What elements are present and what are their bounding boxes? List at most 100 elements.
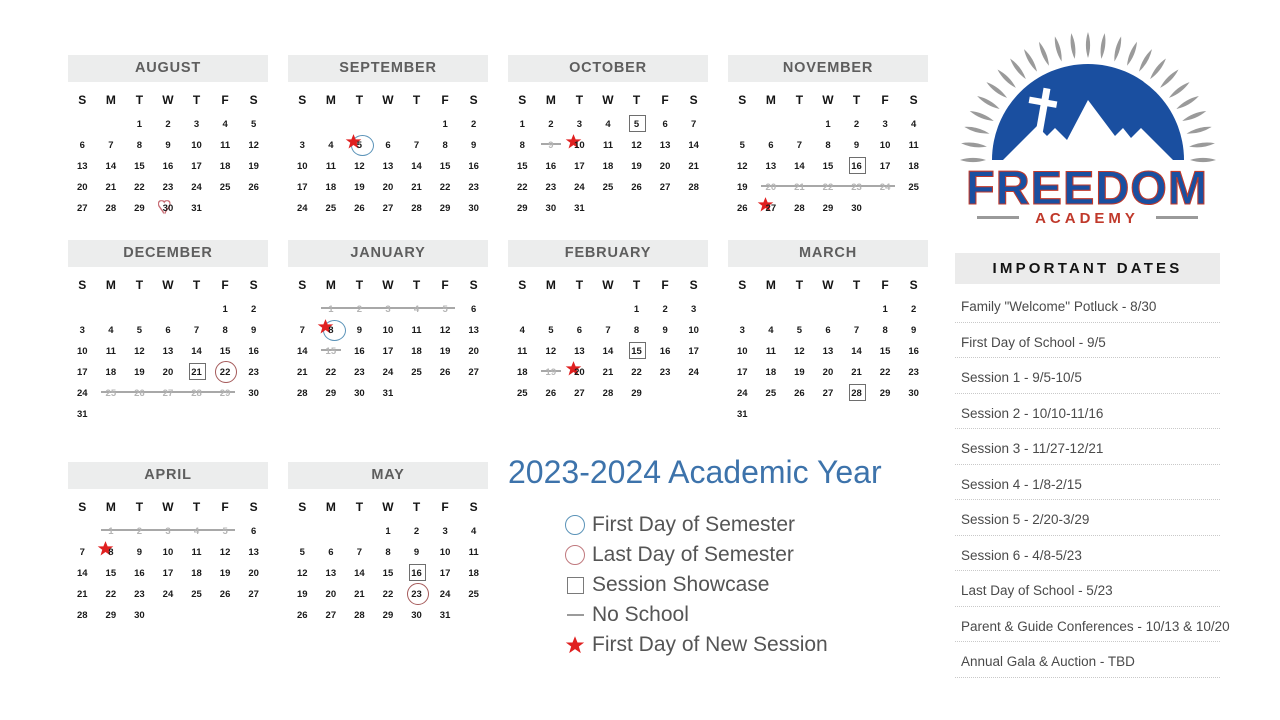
day-cell-8[interactable]: 8 [871, 319, 900, 340]
day-cell-28[interactable]: 28 [68, 604, 97, 625]
day-cell-30[interactable]: 30 [345, 382, 374, 403]
day-cell-18[interactable]: 18 [97, 361, 126, 382]
day-cell-18[interactable]: 18 [594, 155, 623, 176]
day-cell-14[interactable]: 14 [68, 562, 97, 583]
day-cell-24[interactable]: 24 [866, 176, 900, 197]
day-cell-9[interactable]: 9 [345, 319, 374, 340]
day-cell-4[interactable]: 4 [459, 520, 488, 541]
day-cell-5[interactable]: 5 [288, 541, 317, 562]
day-cell-2[interactable]: 2 [154, 113, 183, 134]
day-cell-4[interactable]: 4 [594, 113, 623, 134]
day-cell-9[interactable]: 9 [459, 134, 488, 155]
day-cell-20[interactable]: 20 [459, 340, 488, 361]
day-cell-9[interactable]: 9 [899, 319, 928, 340]
day-cell-13[interactable]: 13 [814, 340, 843, 361]
day-cell-1[interactable]: 1 [431, 113, 460, 134]
day-cell-15[interactable]: 15 [431, 155, 460, 176]
day-cell-26[interactable]: 26 [785, 382, 814, 403]
day-cell-5[interactable]: 5 [206, 520, 240, 541]
day-cell-5[interactable]: 5 [345, 134, 374, 156]
day-cell-17[interactable]: 17 [728, 361, 757, 382]
day-cell-8[interactable]: 8 [125, 134, 154, 155]
day-cell-15[interactable]: 15 [871, 340, 900, 361]
day-cell-22[interactable]: 22 [317, 361, 346, 382]
day-cell-29[interactable]: 29 [622, 382, 651, 403]
day-cell-9[interactable]: 9 [154, 134, 183, 155]
day-cell-4[interactable]: 4 [757, 319, 786, 340]
day-cell-28[interactable]: 28 [97, 197, 126, 218]
day-cell-7[interactable]: 7 [288, 319, 317, 340]
day-cell-25[interactable]: 25 [899, 176, 928, 197]
day-cell-21[interactable]: 21 [842, 361, 871, 382]
day-cell-30[interactable]: 30 [125, 604, 154, 625]
day-cell-7[interactable]: 7 [785, 134, 814, 155]
day-cell-13[interactable]: 13 [154, 340, 183, 361]
day-cell-18[interactable]: 18 [459, 562, 488, 583]
day-cell-14[interactable]: 14 [182, 340, 211, 361]
day-cell-7[interactable]: 7 [842, 319, 871, 340]
day-cell-15[interactable]: 15 [814, 155, 843, 176]
day-cell-23[interactable]: 23 [651, 361, 680, 382]
day-cell-26[interactable]: 26 [211, 583, 240, 604]
day-cell-20[interactable]: 20 [317, 583, 346, 604]
day-cell-14[interactable]: 14 [679, 134, 708, 155]
day-cell-19[interactable]: 19 [211, 562, 240, 583]
day-cell-29[interactable]: 29 [374, 604, 403, 625]
day-cell-4[interactable]: 4 [97, 319, 126, 340]
day-cell-8[interactable]: 8 [211, 319, 240, 340]
day-cell-27[interactable]: 27 [317, 604, 346, 625]
day-cell-27[interactable]: 27 [374, 197, 403, 218]
day-cell-10[interactable]: 10 [728, 340, 757, 361]
day-cell-18[interactable]: 18 [402, 340, 431, 361]
day-cell-19[interactable]: 19 [728, 176, 757, 197]
day-cell-20[interactable]: 20 [651, 155, 680, 176]
day-cell-21[interactable]: 21 [679, 155, 708, 176]
day-cell-14[interactable]: 14 [402, 155, 431, 176]
day-cell-16[interactable]: 16 [239, 340, 268, 361]
day-cell-6[interactable]: 6 [565, 319, 594, 340]
day-cell-6[interactable]: 6 [651, 113, 680, 134]
day-cell-2[interactable]: 2 [842, 113, 871, 134]
day-cell-6[interactable]: 6 [757, 134, 786, 155]
day-cell-25[interactable]: 25 [594, 176, 623, 197]
day-cell-10[interactable]: 10 [431, 541, 460, 562]
day-cell-3[interactable]: 3 [288, 134, 317, 155]
day-cell-8[interactable]: 8 [317, 319, 346, 341]
day-cell-20[interactable]: 20 [374, 176, 403, 197]
day-cell-6[interactable]: 6 [317, 541, 346, 562]
day-cell-3[interactable]: 3 [68, 319, 97, 340]
day-cell-4[interactable]: 4 [211, 113, 240, 134]
day-cell-7[interactable]: 7 [402, 134, 431, 155]
day-cell-30[interactable]: 30 [842, 197, 871, 218]
day-cell-12[interactable]: 12 [785, 340, 814, 361]
day-cell-14[interactable]: 14 [345, 562, 374, 583]
day-cell-9[interactable]: 9 [125, 541, 154, 562]
day-cell-6[interactable]: 6 [459, 298, 488, 319]
day-cell-6[interactable]: 6 [154, 319, 183, 340]
day-cell-16[interactable]: 16 [537, 155, 566, 176]
day-cell-29[interactable]: 29 [871, 382, 900, 403]
day-cell-29[interactable]: 29 [97, 604, 126, 625]
day-cell-25[interactable]: 25 [757, 382, 786, 403]
day-cell-5[interactable]: 5 [785, 319, 814, 340]
day-cell-12[interactable]: 12 [125, 340, 154, 361]
day-cell-8[interactable]: 8 [431, 134, 460, 155]
day-cell-28[interactable]: 28 [345, 604, 374, 625]
day-cell-2[interactable]: 2 [651, 298, 680, 319]
day-cell-26[interactable]: 26 [239, 176, 268, 197]
day-cell-9[interactable]: 9 [651, 319, 680, 340]
day-cell-23[interactable]: 23 [239, 361, 268, 382]
day-cell-30[interactable]: 30 [402, 604, 431, 625]
day-cell-23[interactable]: 23 [537, 176, 566, 197]
day-cell-31[interactable]: 31 [728, 403, 757, 424]
day-cell-16[interactable]: 16 [154, 155, 183, 176]
day-cell-30[interactable]: 30 [239, 382, 268, 403]
day-cell-2[interactable]: 2 [459, 113, 488, 134]
day-cell-21[interactable]: 21 [594, 361, 623, 382]
day-cell-12[interactable]: 12 [728, 155, 757, 176]
day-cell-19[interactable]: 19 [239, 155, 268, 176]
day-cell-5[interactable]: 5 [537, 319, 566, 340]
day-cell-26[interactable]: 26 [431, 361, 460, 382]
day-cell-7[interactable]: 7 [345, 541, 374, 562]
day-cell-19[interactable]: 19 [537, 361, 566, 382]
